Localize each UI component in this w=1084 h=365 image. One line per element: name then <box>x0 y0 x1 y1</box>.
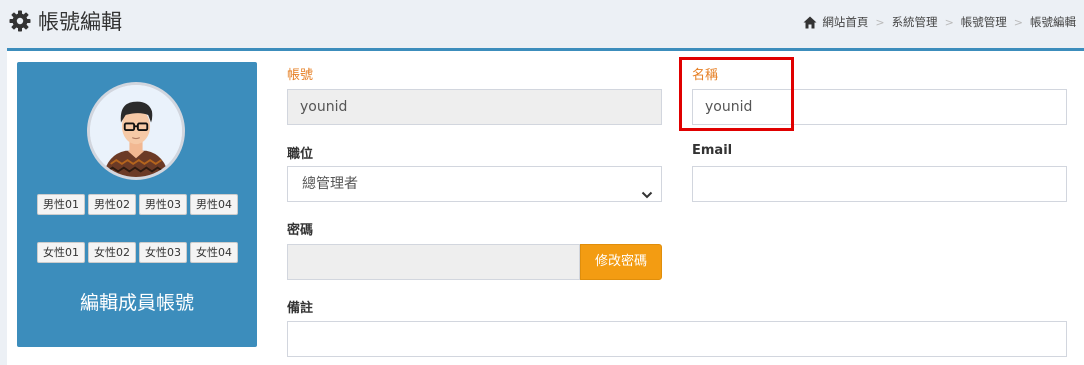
change-password-button[interactable]: 修改密碼 <box>580 244 662 280</box>
name-label: 名稱 <box>692 68 719 83</box>
breadcrumb-separator: > <box>1013 15 1023 29</box>
position-selected-value: 總管理者 <box>302 176 358 192</box>
avatar-option-female-03[interactable]: 女性03 <box>139 242 187 263</box>
email-field[interactable] <box>692 166 1067 202</box>
position-select[interactable]: 總管理者 <box>287 166 662 202</box>
email-label: Email <box>692 143 733 158</box>
home-icon[interactable] <box>803 16 817 29</box>
profile-card: 男性01 男性02 男性03 男性04 女性01 女性02 女性03 女性04 … <box>17 62 257 347</box>
avatar-option-female-02[interactable]: 女性02 <box>88 242 136 263</box>
breadcrumb-system[interactable]: 系統管理 <box>892 14 938 30</box>
breadcrumb-separator: > <box>875 15 885 29</box>
gear-icon <box>8 9 32 33</box>
name-field[interactable]: younid <box>692 89 1067 125</box>
avatar-option-male-03[interactable]: 男性03 <box>139 194 187 215</box>
password-field <box>287 244 580 280</box>
password-label: 密碼 <box>287 223 314 238</box>
avatar-option-female-01[interactable]: 女性01 <box>37 242 85 263</box>
avatar-option-male-04[interactable]: 男性04 <box>190 194 238 215</box>
chevron-down-icon <box>641 179 653 199</box>
position-label: 職位 <box>287 147 314 162</box>
account-field: younid <box>287 89 662 125</box>
account-label: 帳號 <box>287 68 314 83</box>
note-field[interactable] <box>287 321 1067 357</box>
page-title: 帳號編輯 <box>8 6 122 36</box>
breadcrumb-current: 帳號編輯 <box>1030 15 1076 29</box>
breadcrumb-home[interactable]: 網站首頁 <box>822 14 868 30</box>
page-title-text: 帳號編輯 <box>38 10 122 34</box>
female-avatar-options: 女性01 女性02 女性03 女性04 <box>37 242 238 263</box>
breadcrumb-separator: > <box>944 15 954 29</box>
avatar <box>87 82 185 180</box>
avatar-option-male-01[interactable]: 男性01 <box>37 194 85 215</box>
profile-caption: 編輯成員帳號 <box>79 292 194 314</box>
male-avatar-options: 男性01 男性02 男性03 男性04 <box>37 194 238 215</box>
page-header: 帳號編輯 網站首頁 > 系統管理 > 帳號管理 > 帳號編輯 <box>0 0 1084 44</box>
avatar-option-male-02[interactable]: 男性02 <box>88 194 136 215</box>
breadcrumb-accounts[interactable]: 帳號管理 <box>961 14 1007 30</box>
breadcrumb: 網站首頁 > 系統管理 > 帳號管理 > 帳號編輯 <box>803 14 1076 30</box>
avatar-option-female-04[interactable]: 女性04 <box>190 242 238 263</box>
note-label: 備註 <box>287 301 314 316</box>
